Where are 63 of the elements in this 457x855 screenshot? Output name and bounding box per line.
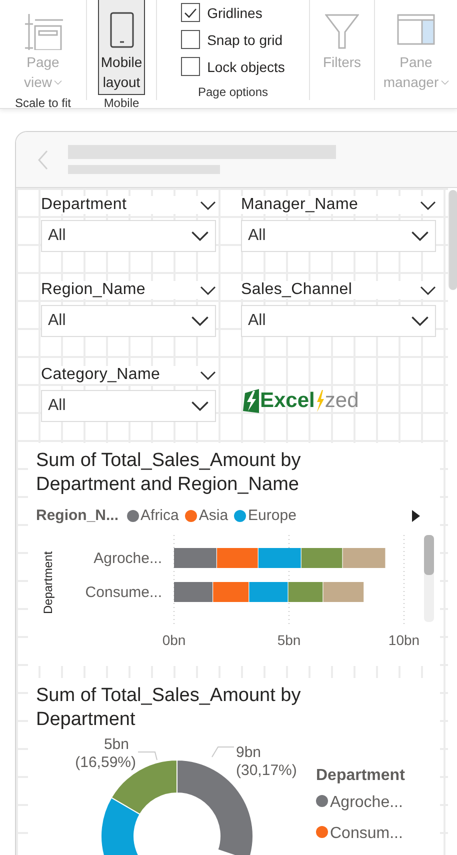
leader-line (212, 746, 234, 758)
legend-title: Department (316, 767, 405, 784)
group-caption: Mobile (104, 95, 140, 111)
data-label: (30,17%) (236, 762, 297, 779)
legend-title: Region_N... (36, 507, 119, 524)
ribbon-button[interactable]: Mobile layout (98, 0, 146, 95)
chevron-icon (200, 286, 216, 294)
category-label: Consume... (85, 584, 162, 601)
axis-tick-label: 5bn (277, 632, 301, 648)
legend-label: Europe (248, 507, 296, 524)
group-caption: Page options (198, 84, 268, 100)
logo-text: Excel (260, 388, 315, 412)
checkbox-label: Snap to grid (207, 32, 283, 48)
leader-line (138, 752, 158, 760)
axis-title: Department (41, 551, 55, 614)
checkbox[interactable] (181, 3, 200, 22)
group-caption: Scale to fit (14, 95, 72, 111)
scrollbar[interactable] (424, 535, 434, 622)
logo-text: zed (324, 388, 359, 412)
slicer-title: Category_Name (41, 366, 160, 384)
chart-title: Sum of Total_Sales_Amount by Department (36, 684, 302, 732)
chevron-icon (191, 401, 209, 411)
chart-title: Sum of Total_Sales_Amount by Department and Region_Name (36, 449, 302, 497)
phone-icon (110, 12, 134, 50)
slicer-dropdown[interactable]: All (241, 305, 436, 337)
bolt-logo-icon (243, 388, 259, 412)
checkbox-label: Gridlines (207, 4, 262, 20)
checkbox[interactable] (181, 30, 200, 49)
checkbox-label: Lock objects (207, 58, 285, 74)
data-label: 5bn (104, 736, 129, 753)
chevron-icon (191, 316, 209, 326)
slicer-dropdown[interactable]: All (41, 305, 216, 337)
back-icon (38, 150, 48, 170)
slicer-title: Department (41, 196, 127, 214)
scrollbar[interactable] (448, 190, 457, 290)
data-label: (16,59%) (75, 754, 136, 771)
page-view-icon (23, 14, 63, 50)
legend-label: Consum... (330, 825, 403, 842)
legend-label: Asia (198, 507, 228, 524)
axis-tick-label: 0bn (162, 632, 186, 648)
slicer-title: Region_Name (41, 281, 146, 299)
chevron-icon (411, 231, 429, 241)
slicer-dropdown[interactable]: All (41, 390, 216, 422)
filter-icon (325, 14, 359, 50)
category-label: Agroche... (94, 550, 162, 567)
chevron-icon (420, 200, 436, 210)
chevron-icon (411, 316, 429, 326)
legend-label: Africa (140, 507, 179, 524)
slicer-dropdown[interactable]: All (241, 220, 436, 252)
slicer-dropdown[interactable]: All (41, 220, 216, 252)
axis-tick-label: 10bn (388, 632, 420, 648)
chevron-icon (191, 231, 209, 241)
next-arrow-icon[interactable] (412, 510, 420, 522)
legend-label: Agroche... (330, 794, 403, 811)
slicer-title: Manager_Name (241, 196, 358, 214)
bolt-icon (316, 390, 324, 412)
chevron-icon (200, 200, 216, 210)
chevron-icon (200, 370, 216, 380)
slicer-title: Sales_Channel (241, 281, 352, 299)
checkbox[interactable] (181, 57, 200, 76)
data-label: 9bn (236, 744, 262, 761)
checkmark-icon (184, 8, 198, 18)
chevron-icon (420, 286, 436, 294)
